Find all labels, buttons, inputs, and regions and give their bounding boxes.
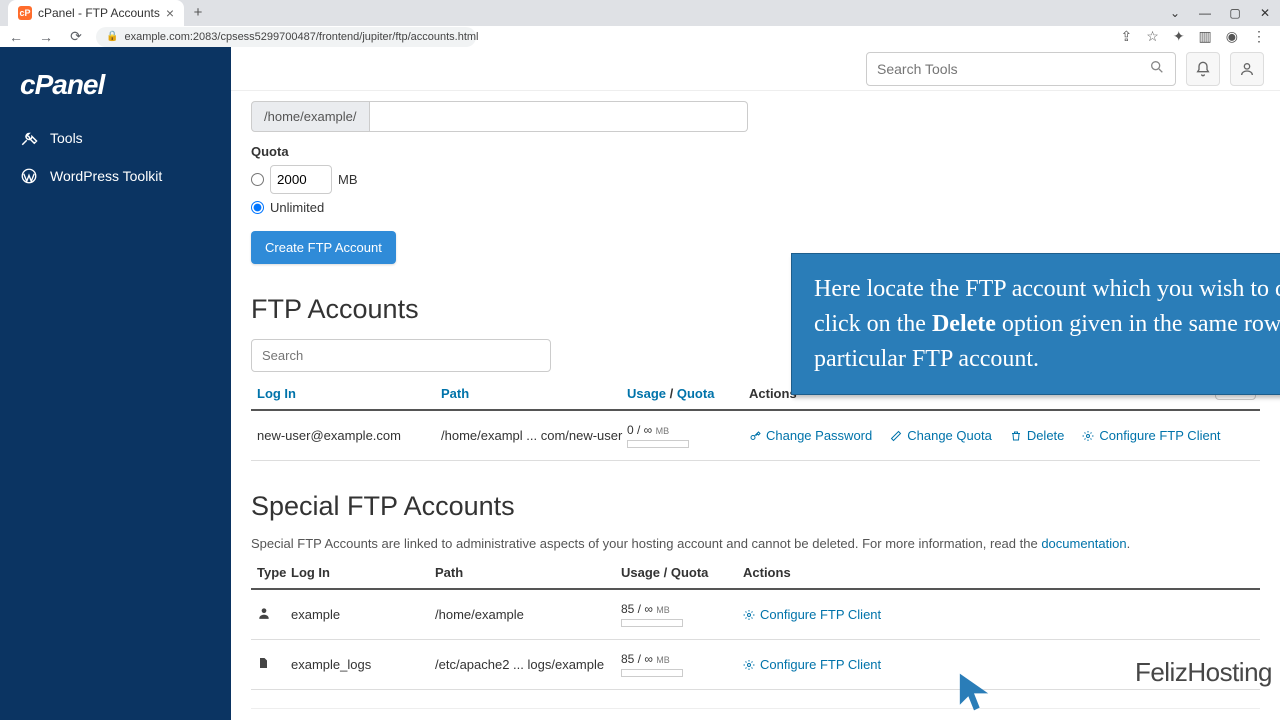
address-bar[interactable]: 🔒 example.com:2083/cpsess5299700487/fron… bbox=[96, 27, 476, 47]
type-icon bbox=[251, 656, 291, 673]
type-icon bbox=[251, 606, 291, 623]
cpanel-favicon-icon: cP bbox=[18, 6, 32, 20]
table-row: new-user@example.com /home/exampl ... co… bbox=[251, 411, 1260, 461]
profile-icon[interactable]: ◉ bbox=[1226, 28, 1238, 45]
maximize-icon[interactable]: ▢ bbox=[1220, 0, 1250, 26]
back-icon[interactable]: ← bbox=[6, 29, 26, 45]
path-input[interactable] bbox=[370, 101, 748, 132]
special-ftp-heading: Special FTP Accounts bbox=[251, 491, 1260, 522]
footer: cPanel 102.0.8 Home Trademarks Privacy P… bbox=[251, 708, 1260, 720]
cpanel-logo: cPanel bbox=[0, 69, 231, 119]
col-usage: Usage / Quota bbox=[621, 565, 743, 580]
col-type: Type bbox=[251, 565, 291, 580]
configure-ftp-link[interactable]: Configure FTP Client bbox=[743, 657, 881, 672]
quota-label: Quota bbox=[251, 144, 1260, 159]
url-text: example.com:2083/cpsess5299700487/fronte… bbox=[124, 31, 478, 43]
change-quota-link[interactable]: Change Quota bbox=[890, 428, 992, 443]
sidebar: cPanel Tools WordPress Toolkit bbox=[0, 47, 231, 720]
search-accounts-input[interactable] bbox=[251, 339, 551, 372]
chevron-down-icon[interactable]: ⌄ bbox=[1160, 0, 1190, 26]
cell-path: /etc/apache2 ... logs/example bbox=[435, 657, 621, 672]
reload-icon[interactable]: ⟳ bbox=[66, 28, 86, 45]
share-icon[interactable]: ⇪ bbox=[1121, 28, 1133, 45]
configure-ftp-link[interactable]: Configure FTP Client bbox=[1082, 428, 1220, 443]
cell-path: /home/exampl ... com/new-user bbox=[441, 428, 627, 443]
table-row: example /home/example 85 / ∞ MB Configur… bbox=[251, 590, 1260, 640]
cell-usage: 85 / ∞ MB bbox=[621, 652, 743, 666]
sidebar-item-wordpress[interactable]: WordPress Toolkit bbox=[0, 157, 231, 195]
quota-value-input[interactable] bbox=[270, 165, 332, 194]
change-password-link[interactable]: Change Password bbox=[749, 428, 872, 443]
usage-bar bbox=[621, 669, 683, 677]
cell-login: new-user@example.com bbox=[251, 428, 441, 443]
star-icon[interactable]: ☆ bbox=[1146, 28, 1159, 45]
watermark: FelizHosting bbox=[1135, 657, 1272, 688]
cell-path: /home/example bbox=[435, 607, 621, 622]
create-ftp-button[interactable]: Create FTP Account bbox=[251, 231, 396, 264]
sidebar-item-tools[interactable]: Tools bbox=[0, 119, 231, 157]
col-path: Path bbox=[435, 565, 621, 580]
wordpress-icon bbox=[20, 167, 38, 185]
lock-icon: 🔒 bbox=[106, 31, 118, 42]
topbar bbox=[231, 47, 1280, 91]
col-path[interactable]: Path bbox=[441, 386, 627, 401]
usage-bar bbox=[627, 440, 689, 448]
quota-unlimited-radio[interactable] bbox=[251, 201, 264, 214]
cell-usage: 0 / ∞ MB bbox=[627, 423, 749, 437]
configure-ftp-link[interactable]: Configure FTP Client bbox=[743, 607, 881, 622]
tools-icon bbox=[20, 129, 38, 147]
notifications-button[interactable] bbox=[1186, 52, 1220, 86]
minimize-icon[interactable]: — bbox=[1190, 0, 1220, 26]
quota-limited-radio[interactable] bbox=[251, 173, 264, 186]
browser-tab[interactable]: cP cPanel - FTP Accounts × bbox=[8, 0, 184, 26]
sidebar-item-label: WordPress Toolkit bbox=[50, 168, 162, 184]
unlimited-label: Unlimited bbox=[270, 200, 324, 215]
search-icon[interactable] bbox=[1149, 59, 1165, 78]
col-login[interactable]: Log In bbox=[251, 386, 441, 401]
documentation-link[interactable]: documentation bbox=[1041, 536, 1126, 551]
sidebar-item-label: Tools bbox=[50, 130, 83, 146]
search-tools[interactable] bbox=[866, 52, 1176, 86]
search-tools-input[interactable] bbox=[877, 61, 1149, 77]
cell-usage: 85 / ∞ MB bbox=[621, 602, 743, 616]
panel-icon[interactable]: ▥ bbox=[1199, 28, 1212, 45]
col-usage: Usage / Quota bbox=[627, 386, 749, 401]
cell-login: example_logs bbox=[291, 657, 435, 672]
quota-unit: MB bbox=[338, 172, 358, 187]
user-button[interactable] bbox=[1230, 52, 1264, 86]
browser-chrome: cP cPanel - FTP Accounts × + ⌄ — ▢ ✕ ← →… bbox=[0, 0, 1280, 47]
usage-bar bbox=[621, 619, 683, 627]
forward-icon[interactable]: → bbox=[36, 29, 56, 45]
path-prefix: /home/example/ bbox=[251, 101, 370, 132]
cursor-icon bbox=[957, 670, 991, 714]
extensions-icon[interactable]: ✦ bbox=[1173, 28, 1185, 45]
cell-login: example bbox=[291, 607, 435, 622]
special-ftp-desc: Special FTP Accounts are linked to admin… bbox=[251, 536, 1260, 551]
table-row: example_logs /etc/apache2 ... logs/examp… bbox=[251, 640, 1260, 690]
col-actions: Actions bbox=[743, 565, 1260, 580]
close-window-icon[interactable]: ✕ bbox=[1250, 0, 1280, 26]
close-tab-icon[interactable]: × bbox=[166, 5, 174, 21]
menu-icon[interactable]: ⋮ bbox=[1252, 28, 1266, 45]
delete-link[interactable]: Delete bbox=[1010, 428, 1065, 443]
col-login: Log In bbox=[291, 565, 435, 580]
new-tab-button[interactable]: + bbox=[184, 0, 212, 26]
tab-title: cPanel - FTP Accounts bbox=[38, 6, 160, 20]
tutorial-tooltip: Here locate the FTP account which you wi… bbox=[791, 253, 1280, 395]
